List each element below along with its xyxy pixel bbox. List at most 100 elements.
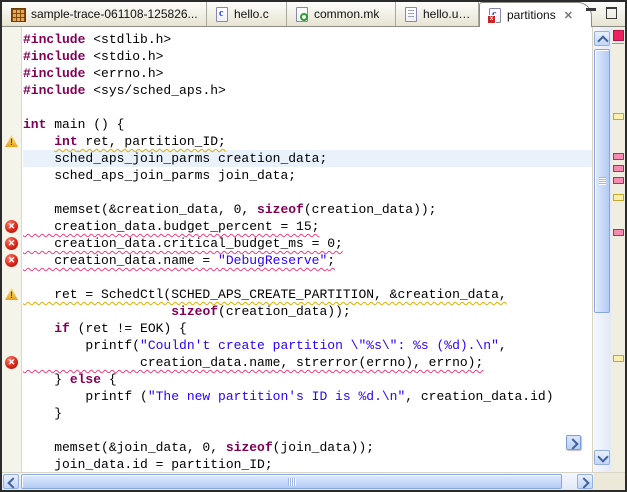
error-marker-icon[interactable]: ✕ bbox=[5, 356, 18, 369]
code-token: <stdio.h> bbox=[85, 49, 163, 64]
code-token: printf ( bbox=[23, 389, 148, 404]
chevron-left-icon bbox=[7, 477, 18, 488]
warning-overview-marker[interactable] bbox=[613, 355, 624, 362]
error-overview-marker[interactable] bbox=[613, 229, 624, 236]
scroll-right-button[interactable] bbox=[577, 474, 593, 489]
code-token: } bbox=[23, 372, 70, 387]
minimize-view-button[interactable] bbox=[583, 6, 600, 20]
scroll-down-button[interactable] bbox=[594, 450, 610, 465]
next-annotation-button[interactable] bbox=[566, 435, 581, 450]
code-line bbox=[23, 184, 592, 201]
close-tab-icon[interactable]: ✕ bbox=[564, 9, 573, 22]
scrollbar-grip bbox=[599, 177, 606, 185]
code-token bbox=[23, 321, 54, 336]
keyword-token: sizeof bbox=[226, 440, 273, 455]
tab-label: hello.use bbox=[423, 7, 471, 21]
annotation-gutter: ! ✕ ✕ ✕! ✕ bbox=[2, 27, 22, 472]
error-overview-marker[interactable] bbox=[613, 153, 624, 160]
error-marker-icon[interactable]: ✕ bbox=[5, 254, 18, 267]
chevron-right-icon bbox=[578, 477, 589, 488]
makefile-icon bbox=[294, 7, 309, 22]
error-underline: creation_data.name, strerror(errno), err… bbox=[23, 355, 483, 370]
keyword-token: #include bbox=[23, 83, 85, 98]
warning-marker-icon[interactable]: ! bbox=[5, 288, 18, 300]
horizontal-scrollbar[interactable] bbox=[2, 472, 594, 489]
code-token: <errno.h> bbox=[85, 66, 163, 81]
maximize-view-button[interactable] bbox=[603, 6, 620, 20]
scrollbar-corner bbox=[594, 472, 625, 489]
code-token: ret = SchedCtl(SCHED_APS_CREATE_PARTITIO… bbox=[23, 287, 507, 302]
code-line: memset(&join_data, 0, sizeof(join_data))… bbox=[23, 439, 592, 456]
code-token: memset(&creation_data, 0, bbox=[23, 202, 257, 217]
tab-common-mk[interactable]: common.mk bbox=[287, 2, 396, 26]
warning-marker-icon[interactable]: ! bbox=[5, 135, 18, 147]
code-token: creation_data.name, strerror(errno), err… bbox=[23, 355, 483, 370]
code-token: printf( bbox=[23, 338, 140, 353]
code-token: (ret != EOK) { bbox=[70, 321, 187, 336]
code-line: join_data.id = partition_ID; bbox=[23, 456, 592, 472]
code-line: #include <errno.h> bbox=[23, 65, 592, 82]
code-token: } bbox=[23, 406, 62, 421]
string-token: "DebugReserve" bbox=[218, 253, 327, 268]
code-text-area[interactable]: #include <stdlib.h>#include <stdio.h>#in… bbox=[22, 27, 592, 472]
code-token: ; bbox=[327, 253, 335, 268]
tab-hello-c[interactable]: chello.c bbox=[207, 2, 287, 26]
error-underline: creation_data.critical_budget_ms = 0; bbox=[23, 236, 343, 251]
chevron-right-icon bbox=[567, 438, 578, 449]
vertical-scrollbar-thumb[interactable] bbox=[594, 49, 610, 313]
code-token: creation_data.critical_budget_ms = 0; bbox=[23, 236, 343, 251]
tab-label: sample-trace-061108-125826... bbox=[31, 7, 198, 21]
code-token: creation_data.budget_percent = 15; bbox=[23, 219, 319, 234]
code-line: sched_aps_join_parms join_data; bbox=[23, 167, 592, 184]
string-token: "Couldn't create partition \"%s\": %s (%… bbox=[140, 338, 499, 353]
tab-partitions[interactable]: cx partitions ✕ bbox=[479, 2, 592, 27]
code-line bbox=[23, 269, 592, 286]
code-line: creation_data.critical_budget_ms = 0; bbox=[23, 235, 592, 252]
code-token: join_data.id = partition_ID; bbox=[23, 457, 273, 472]
code-token: (join_data)); bbox=[273, 440, 374, 455]
tab-sample-trace-061108-125826-[interactable]: sample-trace-061108-125826... bbox=[4, 2, 207, 26]
scrollbar-grip bbox=[288, 478, 296, 486]
vertical-scrollbar[interactable] bbox=[592, 27, 611, 473]
keyword-token: #include bbox=[23, 32, 85, 47]
editor-tab-bar: sample-trace-061108-125826... chello.ccom… bbox=[2, 2, 625, 27]
c-file-icon: c bbox=[214, 7, 229, 22]
warning-overview-marker[interactable] bbox=[613, 194, 624, 201]
code-line bbox=[23, 422, 592, 439]
error-overview-marker[interactable] bbox=[613, 177, 624, 184]
code-line: int main () { bbox=[23, 116, 592, 133]
scroll-up-button[interactable] bbox=[594, 31, 610, 46]
code-token: (creation_data)); bbox=[218, 304, 351, 319]
code-line: creation_data.name = "DebugReserve"; bbox=[23, 252, 592, 269]
error-marker-icon[interactable]: ✕ bbox=[5, 220, 18, 233]
keyword-token: sizeof bbox=[257, 202, 304, 217]
keyword-token: int bbox=[23, 117, 46, 132]
code-token: <stdlib.h> bbox=[85, 32, 171, 47]
keyword-token: #include bbox=[23, 66, 85, 81]
ruler-separator bbox=[612, 43, 624, 44]
code-line: creation_data.budget_percent = 15; bbox=[23, 218, 592, 235]
code-token: (creation_data)); bbox=[304, 202, 437, 217]
error-marker-icon[interactable]: ✕ bbox=[5, 237, 18, 250]
trace-file-icon bbox=[11, 7, 26, 22]
c-file-error-icon: cx bbox=[487, 8, 502, 23]
code-token: creation_data.name = bbox=[23, 253, 218, 268]
keyword-token: else bbox=[70, 372, 101, 387]
error-overview-marker[interactable] bbox=[613, 165, 624, 172]
code-line: } bbox=[23, 405, 592, 422]
horizontal-scrollbar-thumb[interactable] bbox=[21, 474, 562, 489]
code-token: sched_aps_join_parms creation_data; bbox=[23, 151, 327, 166]
code-editor: !✕✕✕!✕ #include <stdlib.h>#include <stdi… bbox=[2, 26, 625, 472]
code-line: memset(&creation_data, 0, sizeof(creatio… bbox=[23, 201, 592, 218]
code-line: creation_data.name, strerror(errno), err… bbox=[23, 354, 592, 371]
tab-hello-use[interactable]: hello.use bbox=[396, 2, 479, 26]
keyword-token: int bbox=[54, 134, 77, 149]
maximize-icon bbox=[606, 7, 617, 19]
keyword-token: sizeof bbox=[171, 304, 218, 319]
code-line: if (ret != EOK) { bbox=[23, 320, 592, 337]
scroll-left-button[interactable] bbox=[3, 474, 19, 489]
code-line: #include <stdio.h> bbox=[23, 48, 592, 65]
tab-label: partitions bbox=[507, 8, 556, 22]
warning-overview-marker[interactable] bbox=[613, 113, 624, 120]
code-line: #include <stdlib.h> bbox=[23, 31, 592, 48]
